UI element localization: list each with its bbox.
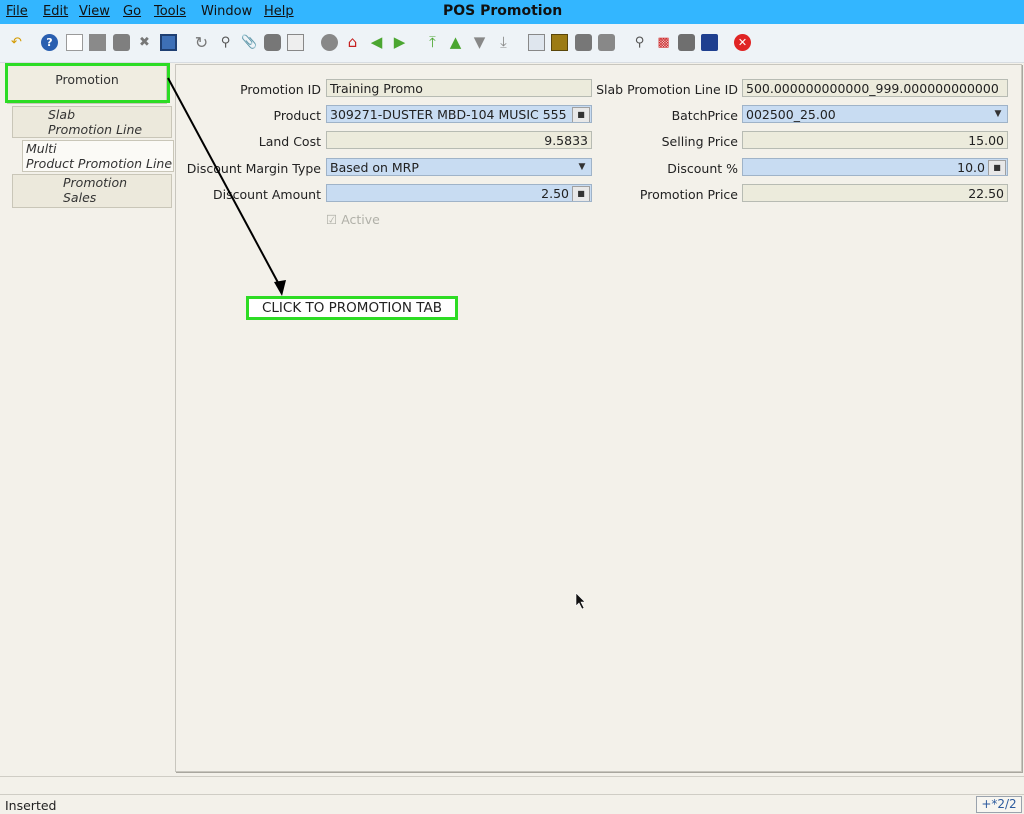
status-text: Inserted: [5, 798, 57, 813]
annotation-arrow: [167, 77, 286, 296]
status-area: [0, 776, 1024, 794]
record-count[interactable]: +*2/2: [976, 796, 1022, 813]
mouse-cursor-icon: [575, 592, 586, 610]
annotation-callout: CLICK TO PROMOTION TAB: [246, 296, 458, 320]
status-bar: Inserted +*2/2: [0, 794, 1024, 814]
